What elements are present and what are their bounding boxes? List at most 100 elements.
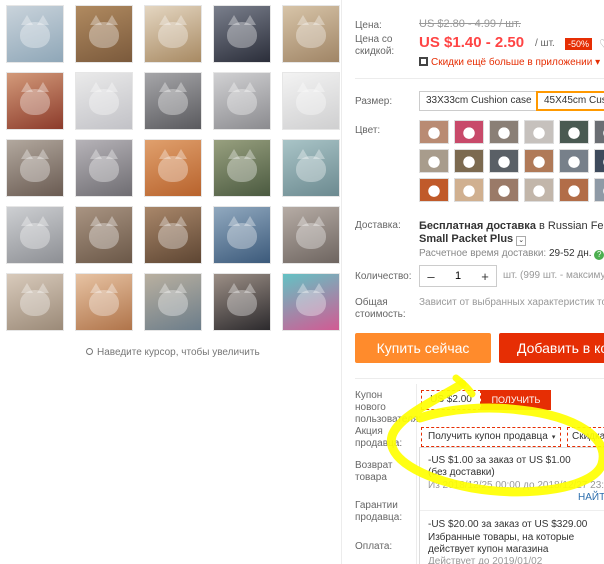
gallery-thumbnail[interactable] — [282, 139, 340, 197]
cat-face-decoration — [227, 82, 257, 116]
gallery-thumbnail[interactable] — [213, 72, 271, 130]
discount-tab[interactable]: Скидка — [567, 427, 604, 447]
cat-face-decoration — [296, 149, 326, 183]
seller-coupon-dropdown[interactable]: Получить купон продавца ▾ — [421, 427, 561, 447]
color-swatch[interactable] — [594, 178, 604, 202]
wishlist-heart-icon[interactable]: ♡ — [599, 37, 604, 51]
thumbnail-grid — [6, 5, 340, 331]
color-label: Цвет: — [355, 125, 381, 136]
color-swatch[interactable] — [524, 120, 554, 144]
gallery-thumbnail[interactable] — [144, 139, 202, 197]
add-to-cart-button[interactable]: Добавить в корзину — [499, 333, 604, 363]
payment-label: Оплата: — [355, 541, 393, 552]
buy-now-button[interactable]: Купить сейчас — [355, 333, 491, 363]
gallery-thumbnail[interactable] — [6, 72, 64, 130]
color-swatch[interactable] — [594, 149, 604, 173]
color-swatch[interactable] — [419, 120, 449, 144]
returns-label: Возврат товара — [355, 460, 393, 483]
size-option-45[interactable]: 45X45cm Cushion case — [536, 91, 604, 111]
price-unit: / шт. — [535, 38, 555, 49]
gallery-thumbnail[interactable] — [75, 206, 133, 264]
chevron-down-icon: ▾ — [595, 57, 601, 68]
qr-code-icon — [419, 57, 428, 66]
shipping-method[interactable]: Small Packet Plus ⌄ — [419, 233, 527, 246]
color-swatch[interactable] — [524, 178, 554, 202]
color-swatch[interactable] — [489, 120, 519, 144]
cat-face-decoration — [20, 283, 50, 317]
cat-face-decoration — [20, 15, 50, 49]
color-swatch[interactable] — [559, 149, 589, 173]
gallery-thumbnail[interactable] — [282, 206, 340, 264]
find-link[interactable]: НАЙТИ — [578, 492, 604, 503]
gallery-thumbnail[interactable] — [6, 273, 64, 331]
color-swatch[interactable] — [559, 120, 589, 144]
quantity-available: шт. (999 шт. - максимум на покупателя) — [503, 270, 604, 281]
gallery-thumbnail[interactable] — [144, 273, 202, 331]
color-swatch[interactable] — [454, 149, 484, 173]
guarantee-label: Гарантии продавца: — [355, 500, 403, 523]
price-label: Цена: — [355, 20, 382, 31]
gallery-thumbnail[interactable] — [213, 206, 271, 264]
chevron-down-icon: ▾ — [551, 434, 556, 441]
offer2-expiry: Действует до 2019/01/02 — [428, 556, 543, 564]
color-swatch[interactable] — [489, 178, 519, 202]
chevron-down-icon[interactable]: ⌄ — [516, 236, 527, 246]
cat-face-decoration — [158, 283, 188, 317]
quantity-stepper: – + — [419, 265, 497, 287]
gallery-thumbnail[interactable] — [6, 139, 64, 197]
color-swatch[interactable] — [559, 178, 589, 202]
gallery-thumbnail[interactable] — [144, 5, 202, 63]
gallery-thumbnail[interactable] — [213, 273, 271, 331]
offer-separator — [420, 510, 604, 511]
original-price: US $2.80 - 4.99 / шт. — [419, 18, 521, 30]
quantity-input[interactable] — [442, 270, 474, 282]
delivery-estimate: Расчетное время доставки: 29-52 дн. ? — [419, 248, 604, 260]
cat-face-decoration — [158, 82, 188, 116]
cat-face-decoration — [296, 283, 326, 317]
help-icon[interactable]: ? — [594, 250, 604, 260]
cat-face-decoration — [20, 216, 50, 250]
quantity-decrease-button[interactable]: – — [420, 269, 442, 284]
gallery-thumbnail[interactable] — [75, 72, 133, 130]
gallery-thumbnail[interactable] — [213, 5, 271, 63]
gallery-thumbnail[interactable] — [282, 273, 340, 331]
shipping-method-text: Small Packet Plus — [419, 233, 514, 245]
gallery-thumbnail[interactable] — [6, 5, 64, 63]
offer2-desc-1: Избранные товары, на которые — [428, 532, 575, 543]
cat-face-decoration — [158, 216, 188, 250]
gallery-thumbnail[interactable] — [282, 5, 340, 63]
cat-face-decoration — [296, 15, 326, 49]
total-value: Зависит от выбранных характеристик товар… — [419, 297, 604, 308]
gallery-thumbnail[interactable] — [144, 206, 202, 264]
quantity-increase-button[interactable]: + — [474, 269, 496, 284]
cat-face-decoration — [89, 82, 119, 116]
get-coupon-button[interactable]: ПОЛУЧИТЬ — [481, 390, 551, 410]
gallery-thumbnail[interactable] — [75, 273, 133, 331]
cat-face-decoration — [296, 216, 326, 250]
quantity-label: Количество: — [355, 271, 412, 282]
cat-face-decoration — [89, 283, 119, 317]
color-swatch[interactable] — [419, 178, 449, 202]
cat-face-decoration — [20, 149, 50, 183]
offer1-dates: Из 2018/12/25 00:00 до 2018/12/27 23:59 — [428, 480, 604, 491]
gallery-thumbnail[interactable] — [6, 206, 64, 264]
gallery-thumbnail[interactable] — [75, 5, 133, 63]
gallery-thumbnail[interactable] — [282, 72, 340, 130]
price-divider — [355, 78, 604, 79]
app-promo-link[interactable]: Скидки ещё больше в приложении ▾ — [419, 57, 600, 68]
gallery-thumbnail[interactable] — [213, 139, 271, 197]
color-swatch[interactable] — [454, 120, 484, 144]
discount-badge: -50% — [565, 38, 593, 50]
color-swatch[interactable] — [419, 149, 449, 173]
size-option-33[interactable]: 33X33cm Cushion case — [419, 91, 539, 111]
color-swatch[interactable] — [454, 178, 484, 202]
gallery-thumbnail[interactable] — [144, 72, 202, 130]
coupon-column-divider — [416, 384, 417, 564]
coupon-divider — [355, 378, 604, 379]
discount-price: US $1.40 - 2.50 — [419, 34, 525, 51]
gallery-thumbnail[interactable] — [75, 139, 133, 197]
color-swatch[interactable] — [594, 120, 604, 144]
cat-face-decoration — [227, 216, 257, 250]
color-swatch[interactable] — [524, 149, 554, 173]
color-swatch[interactable] — [489, 149, 519, 173]
